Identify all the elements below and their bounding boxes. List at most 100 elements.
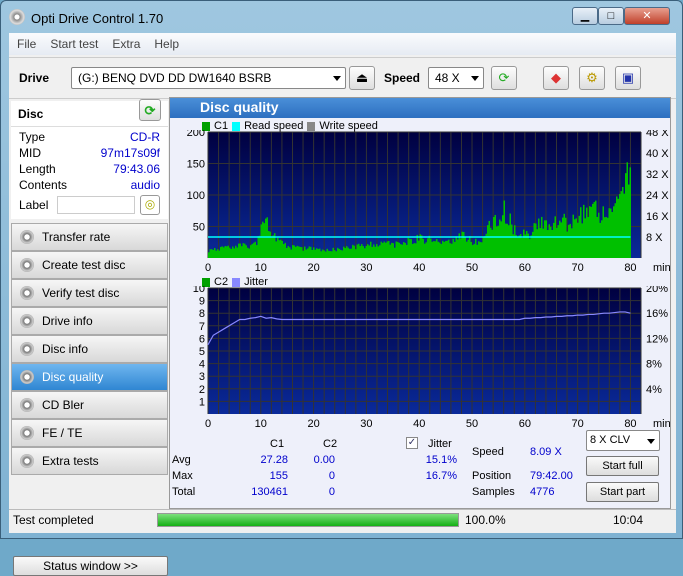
c1-bar	[482, 236, 484, 258]
c1-bar	[547, 230, 549, 258]
c1-bar	[475, 238, 477, 258]
c1-bar	[521, 237, 523, 258]
c1-bar	[214, 248, 216, 258]
disc-label-icon[interactable]: ◎	[140, 195, 160, 215]
refresh-icon[interactable]: ⟳	[491, 66, 517, 90]
start-full-button[interactable]: Start full	[586, 456, 659, 476]
c1-bar	[344, 248, 346, 258]
c1-bar	[590, 206, 592, 258]
c1-bar	[425, 242, 427, 258]
c1-bar	[413, 243, 415, 258]
total-c1: 130461	[251, 486, 288, 498]
c1-bar	[389, 244, 391, 258]
nav-item[interactable]: Disc info	[11, 335, 168, 363]
c1-bar	[542, 228, 544, 258]
nav-item[interactable]: Disc quality	[11, 363, 168, 391]
start-part-button[interactable]: Start part	[586, 482, 659, 502]
c1-bar	[457, 239, 459, 258]
jitter-checkbox[interactable]: ✓	[406, 437, 418, 449]
x-axis-label: min	[653, 418, 670, 430]
nav-item[interactable]: Transfer rate	[11, 223, 168, 251]
c1-bar	[337, 247, 339, 258]
close-button[interactable]: ✕	[624, 7, 670, 25]
refresh-disc-icon[interactable]: ⟳	[139, 99, 161, 121]
nav-label: FE / TE	[42, 426, 83, 440]
disc-quality-panel: Disc quality C1 Read speed Write speed 5…	[169, 97, 671, 509]
c1-bar	[239, 243, 241, 258]
c1-bar	[395, 241, 397, 258]
nav-item[interactable]: Drive info	[11, 307, 168, 335]
c1-bar	[443, 241, 445, 258]
chevron-down-icon	[333, 76, 341, 85]
c1-bar	[602, 206, 604, 258]
c1-bar	[256, 245, 258, 258]
c1-bar	[512, 234, 514, 258]
label-input[interactable]	[57, 196, 136, 214]
menu-help[interactable]: Help	[154, 37, 179, 51]
max-jitter: 16.7%	[425, 470, 457, 482]
c1-bar	[383, 241, 385, 258]
c1-bar	[367, 244, 369, 258]
c1-bar	[446, 240, 448, 258]
c1-bar	[452, 238, 454, 258]
eject-button[interactable]: ⏏	[349, 66, 375, 90]
c1-bar	[487, 225, 489, 258]
avg-jitter: 15.1%	[425, 454, 457, 466]
c1-bar	[517, 237, 519, 258]
c1-bar	[515, 235, 517, 258]
c1-bar	[361, 244, 363, 258]
c1-bar	[368, 245, 370, 258]
samples-label: Samples	[472, 486, 515, 498]
disc-field: Type CD-R	[19, 129, 160, 145]
status-window-button[interactable]: Status window >>	[13, 556, 168, 576]
speed-select[interactable]: 48 X	[428, 67, 484, 89]
avg-c1: 27.28	[260, 454, 288, 466]
c1-bar	[211, 249, 213, 258]
c1-bar	[548, 224, 550, 258]
c1-bar	[560, 222, 562, 258]
drive-select[interactable]: (G:) BENQ DVD DD DW1640 BSRB	[71, 67, 346, 89]
c1-bar	[359, 246, 361, 258]
c1-bar	[247, 247, 249, 258]
c1-bar	[277, 237, 279, 258]
c1-bar	[374, 246, 376, 258]
c1-bar	[325, 251, 327, 258]
c1-bar	[479, 242, 481, 258]
nav-item[interactable]: CD Bler	[11, 391, 168, 419]
c1-bar	[280, 239, 282, 258]
c1-bar	[490, 227, 492, 258]
settings-icon[interactable]: ⚙	[579, 66, 605, 90]
nav-item[interactable]: Verify test disc	[11, 279, 168, 307]
c1-bar	[275, 241, 277, 258]
progress-bar	[157, 513, 459, 527]
c1-bar	[535, 223, 537, 258]
c1-bar	[307, 248, 309, 258]
c1-bar	[301, 247, 303, 258]
nav-item[interactable]: Extra tests	[11, 447, 168, 475]
menu-extra[interactable]: Extra	[112, 37, 140, 51]
nav-item[interactable]: Create test disc	[11, 251, 168, 279]
y-tick-label: 9	[199, 296, 205, 308]
minimize-button[interactable]: ▁	[572, 7, 598, 25]
c1-bar	[281, 240, 283, 258]
field-value: 97m17s09f	[100, 146, 160, 160]
c1-bar	[467, 239, 469, 258]
maximize-button[interactable]: □	[598, 7, 624, 25]
c1-bar	[254, 241, 256, 258]
menu-file[interactable]: File	[17, 37, 36, 51]
c1-bar	[418, 240, 420, 258]
c1-bar	[545, 220, 547, 258]
chevron-down-icon	[647, 439, 655, 448]
c1-bar	[320, 251, 322, 258]
c1-bar	[335, 251, 337, 258]
menu-start-test[interactable]: Start test	[50, 37, 98, 51]
c1-bar	[557, 225, 559, 258]
mode-select[interactable]: 8 X CLV	[586, 430, 660, 451]
c1-bar	[559, 220, 561, 258]
save-icon[interactable]: ▣	[615, 66, 641, 90]
c1-bar	[296, 245, 298, 258]
erase-icon[interactable]: ◆	[543, 66, 569, 90]
c1-bar	[538, 218, 540, 258]
nav-item[interactable]: FE / TE	[11, 419, 168, 447]
c1-bar	[232, 246, 234, 258]
